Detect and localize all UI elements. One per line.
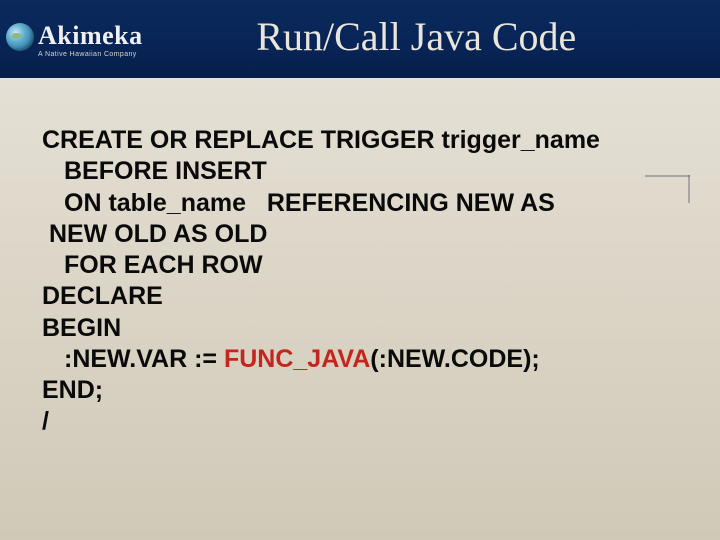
- code-line: END;: [42, 376, 103, 404]
- code-line: BEFORE INSERT: [64, 157, 267, 185]
- code-line: (:NEW.CODE);: [370, 345, 539, 373]
- code-line: ON table_name REFERENCING NEW AS: [64, 189, 555, 217]
- code-line: DECLARE: [42, 282, 163, 310]
- logo-tagline: A Native Hawaiian Company: [38, 51, 143, 58]
- code-block: CREATE OR REPLACE TRIGGER trigger_name B…: [42, 125, 680, 438]
- code-line: :NEW.VAR :=: [64, 345, 224, 373]
- logo-text: Akimeka A Native Hawaiian Company: [38, 23, 143, 58]
- header-bar: Akimeka A Native Hawaiian Company Run/Ca…: [0, 0, 720, 78]
- logo-main: Akimeka: [38, 23, 143, 49]
- slide: Akimeka A Native Hawaiian Company Run/Ca…: [0, 0, 720, 540]
- slide-title: Run/Call Java Code: [143, 13, 720, 60]
- code-line: CREATE OR REPLACE TRIGGER trigger_name: [42, 126, 600, 154]
- code-line: FOR EACH ROW: [64, 251, 263, 279]
- logo: Akimeka A Native Hawaiian Company: [6, 23, 143, 58]
- code-line: /: [42, 407, 49, 435]
- code-line: BEGIN: [42, 314, 121, 342]
- globe-icon: [6, 23, 34, 51]
- function-name: FUNC_JAVA: [224, 345, 370, 373]
- code-line: NEW OLD AS OLD: [42, 220, 267, 248]
